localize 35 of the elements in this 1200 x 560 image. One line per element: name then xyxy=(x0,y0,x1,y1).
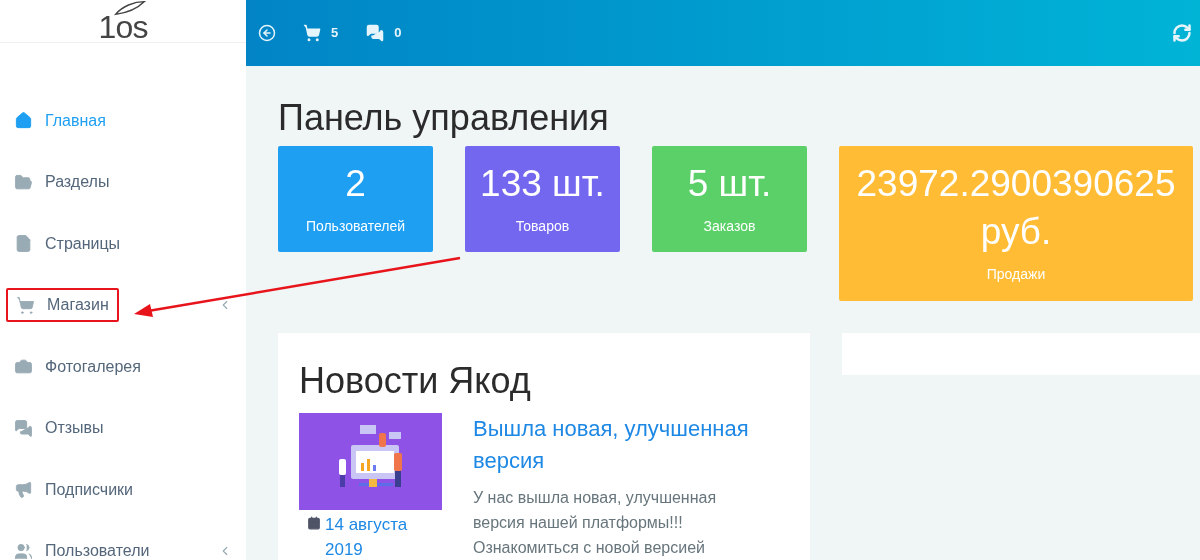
sidebar-item[interactable]: Подписчики xyxy=(0,459,246,521)
sidebar-item[interactable]: Разделы xyxy=(0,151,246,213)
sidebar-item[interactable]: Отзывы xyxy=(0,397,246,459)
stat-value: 5 шт. xyxy=(686,162,773,206)
sidebar-item[interactable]: Магазин xyxy=(0,274,246,336)
cart-count: 5 xyxy=(331,24,339,43)
messages-count: 0 xyxy=(394,24,402,43)
stat-label: Товаров xyxy=(515,217,570,236)
logo: 1os xyxy=(98,0,148,42)
stat-value: 133 шт. xyxy=(479,162,606,206)
stat-label: Продажи xyxy=(986,265,1046,284)
folder-icon xyxy=(14,172,33,192)
sidebar-item[interactable]: Пользователи xyxy=(0,520,246,560)
sidebar-item[interactable]: Страницы xyxy=(0,213,246,275)
news-title: Новости Якод xyxy=(299,359,532,403)
news-date: 14 августа 2019 xyxy=(325,514,409,560)
home-icon xyxy=(14,111,33,131)
page-title: Панель управления xyxy=(278,96,610,140)
cart-icon[interactable] xyxy=(303,24,321,42)
stat-label: Заказов xyxy=(703,217,756,236)
stat-value: 2 xyxy=(344,162,367,206)
chat-icon xyxy=(14,418,33,438)
back-icon[interactable] xyxy=(258,24,276,42)
news-text: У нас вышла новая, улучшенная версия нашей платформы!!! Ознакомиться с новой версией xyxy=(473,488,718,558)
users-icon xyxy=(14,541,33,560)
news-headline[interactable]: Вышла новая, улучшенная версия xyxy=(473,413,773,477)
chat-icon[interactable] xyxy=(366,24,385,42)
stat-value: 23972.2900390625 руб. xyxy=(855,162,1177,254)
calendar-icon xyxy=(307,516,321,530)
document-icon xyxy=(14,234,33,254)
stat-label: Пользователей xyxy=(305,217,406,236)
megaphone-icon xyxy=(14,480,33,500)
cart-icon xyxy=(16,295,35,315)
refresh-icon[interactable] xyxy=(1172,23,1192,43)
sidebar-item[interactable]: Фотогалерея xyxy=(0,336,246,398)
